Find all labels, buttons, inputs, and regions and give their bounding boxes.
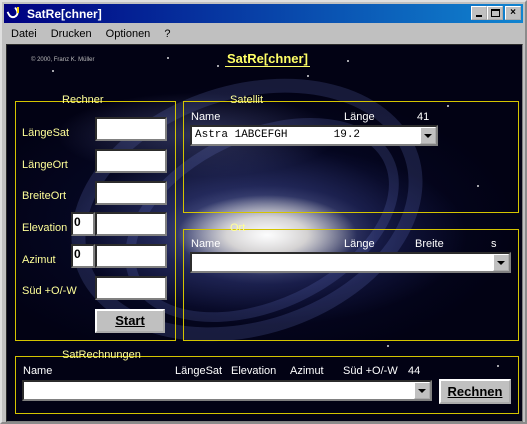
- star: [217, 65, 219, 67]
- star: [167, 57, 169, 59]
- minimize-icon: [476, 15, 482, 17]
- satellit-legend: Satellit: [230, 94, 264, 106]
- label-laenge-sat: LängeSat: [22, 127, 70, 139]
- rechnen-button[interactable]: Rechnen: [439, 379, 511, 404]
- sued-input[interactable]: [95, 276, 167, 300]
- satrechnungen-col-name: Name: [23, 365, 53, 377]
- close-icon: ×: [510, 7, 516, 18]
- menu-item-datei[interactable]: Datei: [4, 28, 44, 40]
- label-laenge-ort: LängeOrt: [22, 159, 68, 171]
- azimut-input[interactable]: [95, 244, 167, 268]
- copyright-text: © 2000, Franz K. Müller: [31, 57, 95, 63]
- elevation-input[interactable]: [95, 212, 167, 236]
- star: [52, 70, 54, 72]
- ort-col-name: Name: [191, 238, 221, 250]
- satrechnungen-legend: SatRechnungen: [62, 349, 141, 361]
- chevron-down-icon[interactable]: [420, 127, 436, 144]
- label-breite-ort: BreiteOrt: [22, 190, 67, 202]
- ort-select[interactable]: [190, 252, 511, 273]
- star: [347, 60, 349, 62]
- star: [307, 75, 309, 77]
- satrechnungen-col-elevation: Elevation: [231, 365, 277, 377]
- title-bar[interactable]: SatRe[chner] ×: [4, 4, 523, 23]
- laenge-ort-input[interactable]: [95, 149, 167, 173]
- chevron-down-icon[interactable]: [414, 382, 430, 399]
- start-button-label: Start: [115, 313, 145, 328]
- laenge-sat-input[interactable]: [95, 117, 167, 141]
- breite-ort-input[interactable]: [95, 181, 167, 205]
- ort-col-breite: Breite: [415, 238, 444, 250]
- satellit-selected-value: Astra 1ABCEFGH 19.2: [195, 129, 361, 141]
- elevation-degree-box: 0: [71, 212, 95, 236]
- app-headline: SatRe[chner]: [225, 51, 310, 67]
- label-sued: Süd +O/-W: [22, 285, 77, 297]
- azimut-degree-box: 0: [71, 244, 95, 268]
- label-elevation: Elevation: [22, 222, 68, 234]
- ort-legend: Ort: [230, 222, 246, 234]
- start-button[interactable]: Start: [95, 309, 165, 333]
- galaxy-background: © 2000, Franz K. Müller SatRe[chner] Rec…: [6, 44, 523, 422]
- satrechnungen-count: 44: [408, 365, 421, 377]
- chevron-down-icon[interactable]: [493, 254, 509, 271]
- ort-col-s: s: [491, 238, 497, 250]
- satrechnungen-col-sued: Süd +O/-W: [343, 365, 398, 377]
- close-button[interactable]: ×: [505, 6, 521, 20]
- menu-bar: Datei Drucken Optionen ?: [4, 24, 523, 43]
- rechnen-button-label: Rechnen: [447, 384, 503, 399]
- maximize-button[interactable]: [487, 6, 503, 20]
- satrechnungen-col-laengesat: LängeSat: [175, 365, 223, 377]
- rechner-legend: Rechner: [62, 94, 104, 106]
- app-window: SatRe[chner] × Datei Drucken Optionen ? …: [0, 0, 527, 424]
- ort-col-laenge: Länge: [344, 238, 375, 250]
- satrechnungen-col-azimut: Azimut: [290, 365, 324, 377]
- satrechnungen-select[interactable]: [22, 380, 432, 401]
- window-title: SatRe[chner]: [27, 6, 102, 21]
- maximize-icon: [490, 9, 500, 17]
- satellit-col-laenge: Länge: [344, 111, 375, 123]
- menu-item-optionen[interactable]: Optionen: [99, 28, 158, 40]
- satellit-select[interactable]: Astra 1ABCEFGH 19.2: [190, 125, 438, 146]
- label-azimut: Azimut: [22, 254, 56, 266]
- minimize-button[interactable]: [471, 6, 487, 20]
- satellit-col-name: Name: [191, 111, 221, 123]
- menu-item-drucken[interactable]: Drucken: [44, 28, 99, 40]
- star: [387, 345, 389, 347]
- window-controls: ×: [471, 6, 521, 20]
- satellit-count: 41: [417, 111, 430, 123]
- menu-item-help[interactable]: ?: [157, 28, 177, 40]
- satellite-dish-icon: [6, 6, 23, 21]
